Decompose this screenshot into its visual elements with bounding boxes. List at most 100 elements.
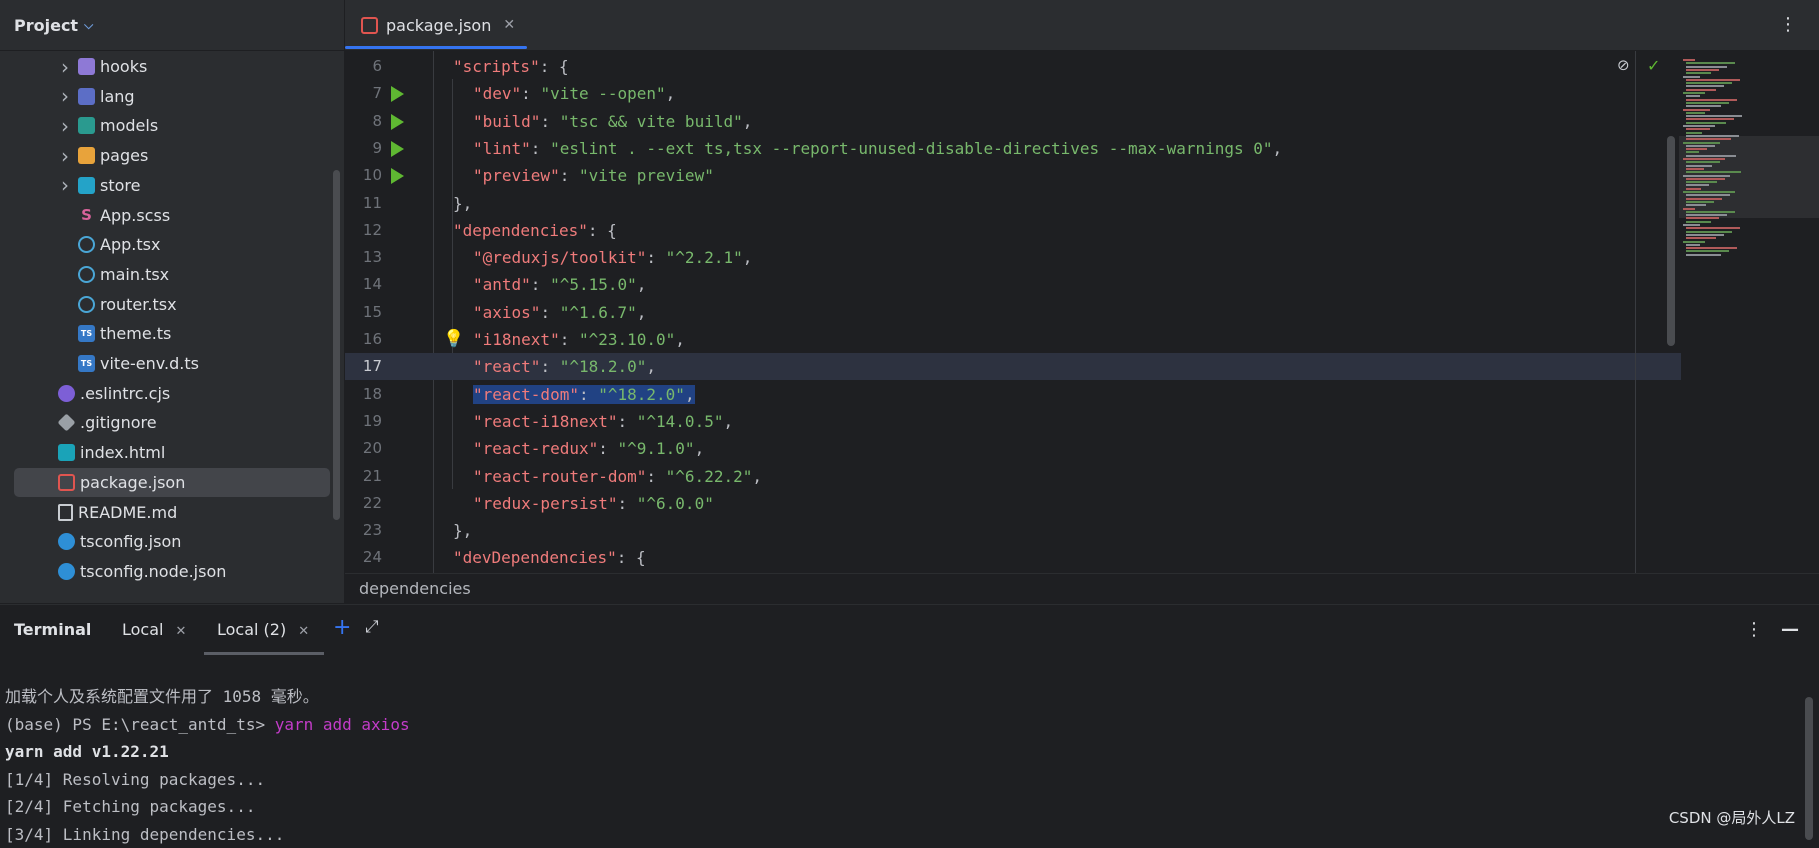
code-line[interactable]: 22"redux-persist": "^6.0.0" [345,490,1681,517]
close-icon[interactable]: ✕ [503,17,515,33]
tree-item[interactable]: router.tsx [14,290,330,319]
tree-item[interactable]: ›pages [14,141,330,170]
chevron-right-icon[interactable]: › [58,173,72,197]
run-script-icon[interactable] [391,141,404,157]
tree-item[interactable]: ›hooks [14,52,330,81]
react-file-icon [78,266,95,283]
tree-item[interactable]: tsconfig.json [14,527,330,556]
more-options-icon[interactable]: ⋮ [1779,14,1797,35]
editor-tab-bar: package.json ✕ ⋮ [345,0,1819,51]
editor-scrollbar[interactable] [1667,136,1675,346]
new-terminal-icon[interactable]: + [333,615,351,640]
tree-item[interactable]: App.tsx [14,230,330,259]
close-icon[interactable]: ✕ [298,624,309,639]
code-line[interactable]: 17"react": "^18.2.0", [345,353,1681,380]
code-line[interactable]: 10"preview": "vite preview" [345,162,1681,189]
intention-bulb-icon[interactable]: 💡 [443,329,464,349]
tree-item[interactable]: SApp.scss [14,201,330,230]
minimap-line [1686,138,1731,140]
code-line[interactable]: 14"antd": "^5.15.0", [345,271,1681,298]
run-script-icon[interactable] [391,114,404,130]
code-text: "dev": "vite --open", [473,80,675,107]
code-line[interactable]: 9"lint": "eslint . --ext ts,tsx --report… [345,135,1681,162]
project-scrollbar[interactable] [333,170,340,520]
minimap-line [1686,221,1711,223]
minimap-line [1686,198,1722,200]
chevron-right-icon[interactable]: › [58,84,72,108]
json-key: "axios" [473,303,540,322]
code-line[interactable]: 23}, [345,517,1681,544]
terminal-title[interactable]: Terminal [14,620,91,639]
terminal-scrollbar[interactable] [1805,697,1813,840]
minimize-icon[interactable]: — [1781,619,1799,640]
tree-item[interactable]: index.html [14,438,330,467]
code-line[interactable]: 19"react-i18next": "^14.0.5", [345,408,1681,435]
no-problems-check-icon[interactable]: ✓ [1647,56,1660,75]
code-line[interactable]: 6"scripts": { [345,53,1681,80]
line-number: 16 [345,326,382,353]
minimap-line [1686,168,1704,170]
code-text: "redux-persist": "^6.0.0" [473,490,714,517]
code-editor[interactable]: 6"scripts": {7"dev": "vite --open",8"bui… [345,51,1819,573]
close-icon[interactable]: ✕ [175,624,186,639]
code-line[interactable]: 21"react-router-dom": "^6.22.2", [345,463,1681,490]
code-line[interactable]: 15"axios": "^1.6.7", [345,299,1681,326]
tree-item[interactable]: main.tsx [14,260,330,289]
code-text: "@reduxjs/toolkit": "^2.2.1", [473,244,752,271]
chevron-right-icon[interactable]: › [58,144,72,168]
breadcrumb-item[interactable]: dependencies [359,579,471,598]
json-string-value: "^18.2.0" [560,357,647,376]
run-script-icon[interactable] [391,168,404,184]
minimap-line [1683,241,1705,243]
minimap-line [1686,178,1725,180]
json-key: "i18next" [473,330,560,349]
run-script-icon[interactable] [391,86,404,102]
tree-item[interactable]: ›models [14,111,330,140]
minimap-line [1686,118,1734,120]
line-number: 24 [345,544,382,571]
terminal-command: yarn add axios [275,715,410,734]
tree-item[interactable]: .eslintrc.cjs [14,379,330,408]
tree-item[interactable]: ›lang [14,82,330,111]
colon: : [540,303,559,322]
colon: : [618,494,637,513]
terminal-tab-local[interactable]: Local✕ [122,620,186,639]
breadcrumb[interactable]: dependencies [345,573,1819,604]
terminal-output[interactable]: 加载个人及系统配置文件用了 1058 毫秒。(base) PS E:\react… [5,683,410,848]
code-line[interactable]: 11}, [345,190,1681,217]
code-line[interactable]: 24"devDependencies": { [345,544,1681,571]
tree-item[interactable]: README.md [14,498,330,527]
json-key: "redux-persist" [473,494,618,513]
code-line[interactable]: 20"react-redux": "^9.1.0", [345,435,1681,462]
project-title[interactable]: Project [14,16,78,35]
code-line[interactable]: 7"dev": "vite --open", [345,80,1681,107]
chevron-down-icon[interactable]: ⌵ [84,18,93,33]
chevron-right-icon[interactable]: › [58,55,72,79]
tab-package-json[interactable]: package.json ✕ [361,0,515,50]
reader-mode-icon[interactable]: ⊘ [1617,56,1630,74]
code-line[interactable]: 12"dependencies": { [345,217,1681,244]
tree-item[interactable]: TStheme.ts [14,319,330,348]
comma: , [1273,139,1283,158]
expand-icon[interactable]: ⤢ [365,617,379,637]
folder-icon [78,58,95,75]
code-line[interactable]: 16💡"i18next": "^23.10.0", [345,326,1681,353]
code-text: "react-redux": "^9.1.0", [473,435,704,462]
project-panel-header[interactable]: Project ⌵ [0,0,344,51]
tree-item[interactable]: package.json [14,468,330,497]
tree-item[interactable]: TSvite-env.d.ts [14,349,330,378]
minimap-line [1683,224,1700,226]
code-line[interactable]: 8"build": "tsc && vite build", [345,108,1681,135]
code-line[interactable]: 13"@reduxjs/toolkit": "^2.2.1", [345,244,1681,271]
tree-item[interactable]: ›store [14,171,330,200]
line-number: 8 [345,108,382,135]
more-options-icon[interactable]: ⋮ [1745,619,1763,640]
html-file-icon [58,444,75,461]
tree-item[interactable]: tsconfig.node.json [14,557,330,586]
chevron-right-icon[interactable]: › [58,114,72,138]
minimap-line [1686,211,1735,213]
code-minimap[interactable] [1679,51,1819,573]
terminal-tab-local-2[interactable]: Local (2)✕ [217,620,309,639]
code-line[interactable]: 18"react-dom": "^18.2.0", [345,381,1681,408]
tree-item[interactable]: .gitignore [14,408,330,437]
